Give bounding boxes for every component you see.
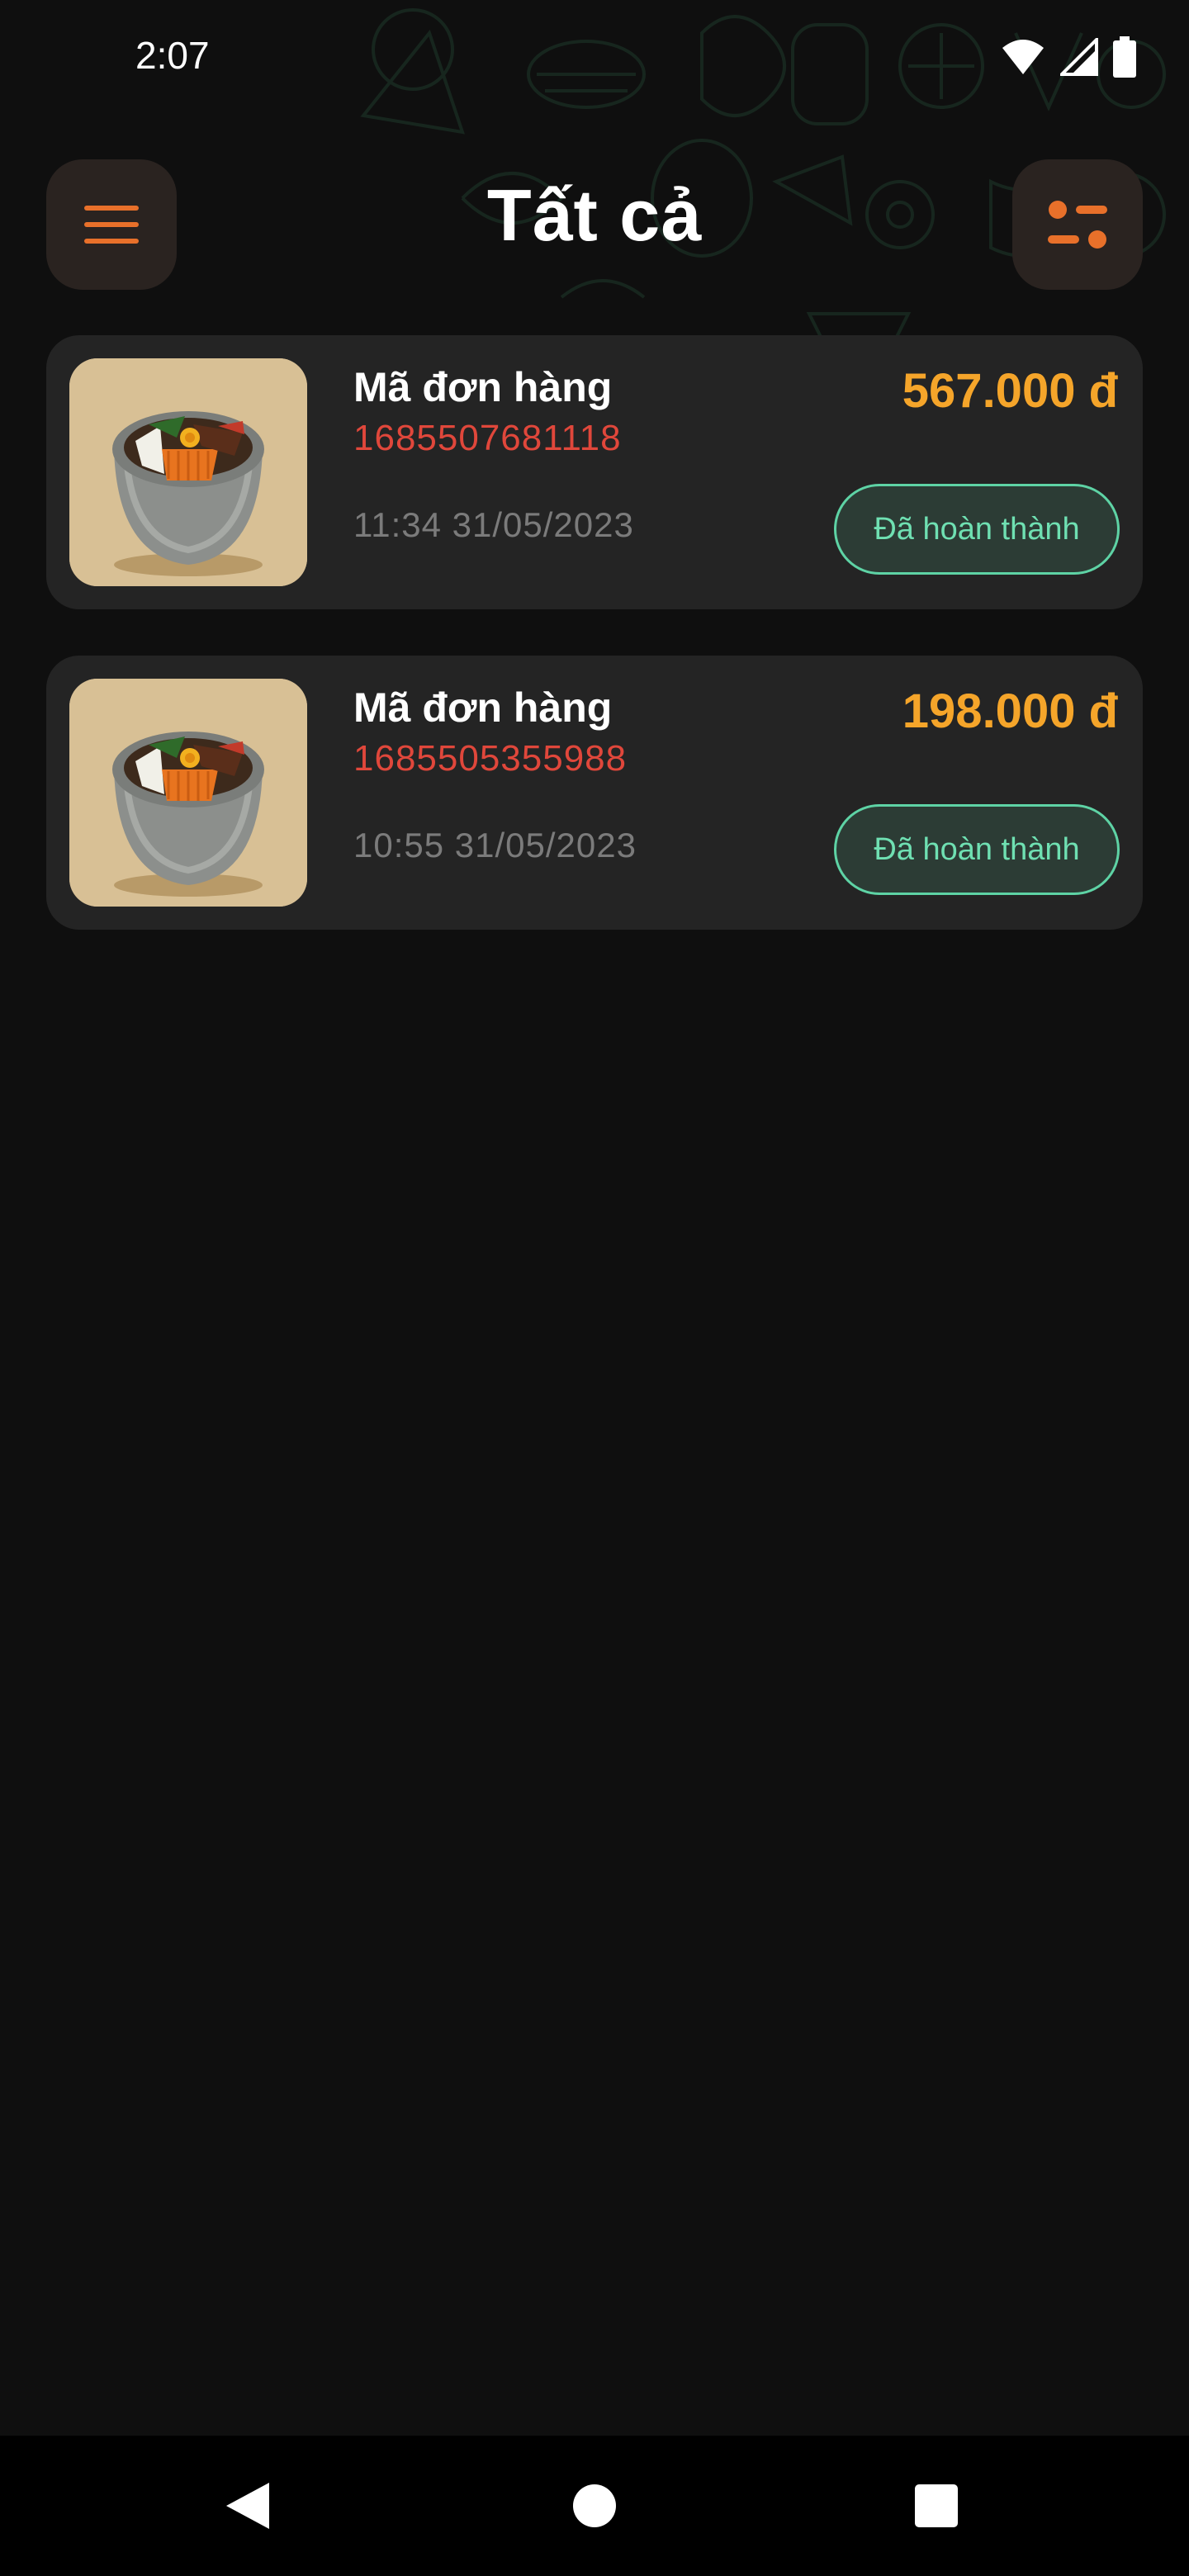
order-code: 1685507681118 [353, 418, 622, 458]
status-icons [1001, 36, 1136, 78]
page-title: Tất cả [486, 174, 703, 256]
order-code: 1685505355988 [353, 738, 628, 779]
order-time: 11:34 31/05/2023 [353, 505, 634, 544]
order-card[interactable]: Mã đơn hàng 1685507681118 11:34 31/05/20… [46, 335, 1143, 609]
order-list: Mã đơn hàng 1685507681118 11:34 31/05/20… [46, 335, 1143, 976]
recents-icon [915, 2484, 958, 2527]
order-card[interactable]: Mã đơn hàng 1685505355988 10:55 31/05/20… [46, 656, 1143, 930]
status-time: 2:07 [135, 34, 210, 77]
home-button[interactable] [512, 2436, 677, 2576]
bibimbap-bowl-image [69, 358, 307, 586]
order-time: 10:55 31/05/2023 [353, 826, 637, 864]
order-label: Mã đơn hàng [353, 684, 613, 731]
order-history-screen: 2:07 Tất cả Mã đơn hàng 1685507681118 11… [0, 0, 1189, 2576]
filter-sliders-icon [1048, 201, 1107, 249]
filter-button[interactable] [1012, 159, 1143, 290]
status-bar: 2:07 [0, 0, 1189, 116]
order-price: 198.000 đ [902, 684, 1118, 738]
recents-button[interactable] [854, 2436, 1019, 2576]
home-icon [573, 2484, 616, 2527]
order-price: 567.000 đ [902, 364, 1118, 418]
battery-icon [1113, 36, 1136, 78]
order-thumbnail [69, 358, 307, 586]
wifi-icon [1002, 40, 1044, 74]
order-status-badge: Đã hoàn thành [834, 804, 1120, 895]
signal-icon [1060, 38, 1098, 76]
system-nav-bar [0, 2436, 1189, 2576]
back-icon [226, 2483, 269, 2529]
order-thumbnail [69, 679, 307, 907]
order-status-badge: Đã hoàn thành [834, 484, 1120, 575]
order-label: Mã đơn hàng [353, 364, 613, 410]
back-button[interactable] [165, 2436, 330, 2576]
bibimbap-bowl-image [69, 679, 307, 907]
